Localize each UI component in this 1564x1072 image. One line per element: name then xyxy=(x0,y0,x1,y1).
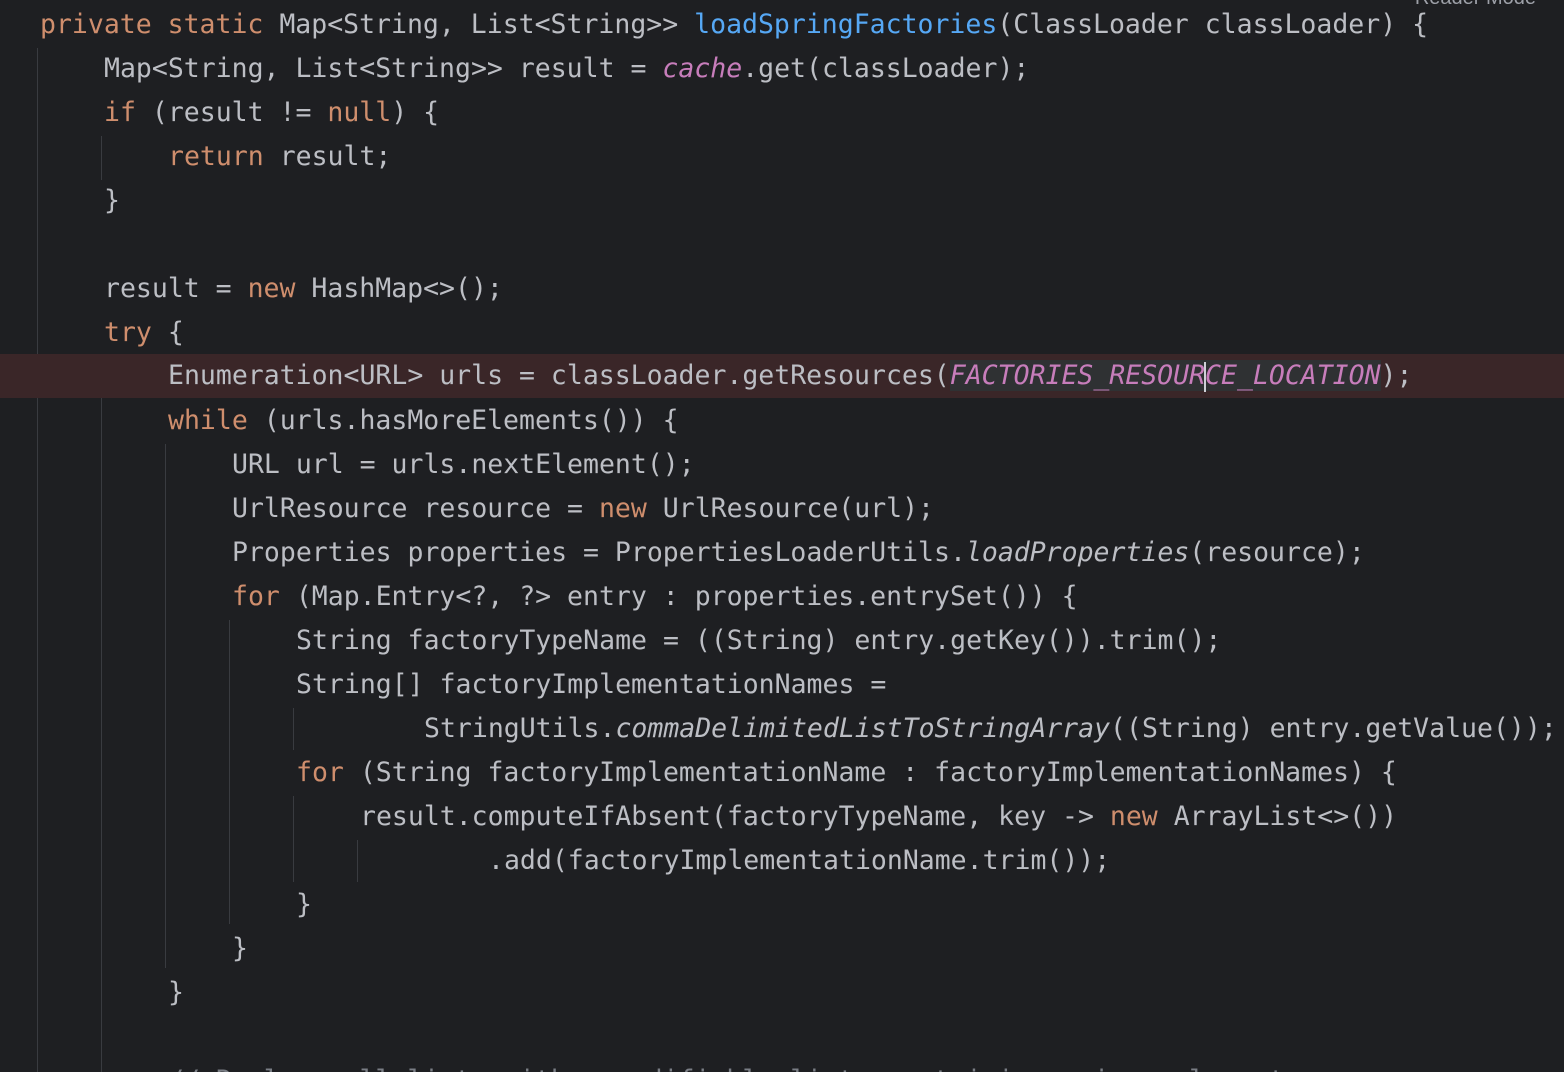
keyword: try xyxy=(104,317,152,348)
code-text: URL url = urls.nextElement(); xyxy=(232,449,695,480)
code-text: .add(factoryImplementationName.trim()); xyxy=(488,845,1111,876)
code-text: Enumeration<URL> urls = classLoader.getR… xyxy=(168,360,950,391)
code-text: String[] factoryImplementationNames = xyxy=(296,669,887,700)
selected-identifier[interactable]: FACTORIES_RESOURCE_LOCATION xyxy=(949,360,1381,392)
code-line[interactable]: for (Map.Entry<?, ?> entry : properties.… xyxy=(0,575,1564,619)
code-text: UrlResource resource = xyxy=(232,493,599,524)
static-field: cache xyxy=(662,53,743,84)
code-line[interactable]: result = new HashMap<>(); xyxy=(0,267,1564,311)
code-text: result; xyxy=(263,141,392,172)
code-comment: // Replace all lists with unmodifiable l… xyxy=(168,1059,1301,1072)
constant: FACTORIES_RESOUR xyxy=(949,360,1206,391)
keyword: if xyxy=(104,97,136,128)
code-text: (result != xyxy=(135,97,328,128)
code-text: (String factoryImplementationName : fact… xyxy=(343,757,1397,788)
static-method-call: loadProperties xyxy=(965,537,1190,568)
code-text: ) { xyxy=(391,97,440,128)
keyword: new xyxy=(1109,801,1158,832)
static-method-call: commaDelimitedListToStringArray xyxy=(615,713,1111,744)
keyword: null xyxy=(327,97,392,128)
code-text: Map<String, List<String>> xyxy=(263,9,695,40)
constant: CE_LOCATION xyxy=(1205,360,1381,391)
code-text: { xyxy=(151,317,184,348)
keyword: for xyxy=(296,757,344,788)
code-line[interactable]: result.computeIfAbsent(factoryTypeName, … xyxy=(0,795,1564,839)
code-text: } xyxy=(168,977,184,1008)
code-line[interactable]: UrlResource resource = new UrlResource(u… xyxy=(0,487,1564,531)
code-line[interactable]: return result; xyxy=(0,135,1564,179)
code-text: (resource); xyxy=(1189,537,1365,568)
keyword: new xyxy=(247,273,296,304)
code-line[interactable]: URL url = urls.nextElement(); xyxy=(0,443,1564,487)
code-text: ((String) entry.getValue()); xyxy=(1110,713,1557,744)
code-text: } xyxy=(104,185,120,216)
code-line[interactable]: if (result != null) { xyxy=(0,91,1564,135)
method-name: loadSpringFactories xyxy=(694,9,998,40)
code-line[interactable]: // Replace all lists with unmodifiable l… xyxy=(0,1059,1564,1072)
code-text: Map<String, List<String>> result = xyxy=(104,53,663,84)
code-line[interactable]: .add(factoryImplementationName.trim()); xyxy=(0,839,1564,883)
code-line[interactable]: } xyxy=(0,883,1564,927)
code-text: (ClassLoader classLoader) { xyxy=(997,9,1429,40)
code-line[interactable]: StringUtils.commaDelimitedListToStringAr… xyxy=(0,707,1564,751)
keyword: return xyxy=(168,141,264,172)
code-line[interactable]: private static Map<String, List<String>>… xyxy=(0,3,1564,47)
code-text: HashMap<>(); xyxy=(295,273,503,304)
code-line[interactable]: while (urls.hasMoreElements()) { xyxy=(0,399,1564,443)
reader-mode-button[interactable]: Reader Mode xyxy=(1415,0,1536,10)
code-line[interactable]: try { xyxy=(0,311,1564,355)
code-editor[interactable]: Reader Mode private static Map<String, L… xyxy=(0,0,1564,1072)
code-text: .get(classLoader); xyxy=(742,53,1030,84)
code-line[interactable]: for (String factoryImplementationName : … xyxy=(0,751,1564,795)
code-text: StringUtils. xyxy=(424,713,616,744)
code-text: (Map.Entry<?, ?> entry : properties.entr… xyxy=(279,581,1078,612)
code-text: UrlResource(url); xyxy=(646,493,935,524)
keyword: for xyxy=(232,581,280,612)
code-text: ArrayList<>()) xyxy=(1157,801,1398,832)
code-text: Properties properties = PropertiesLoader… xyxy=(232,537,966,568)
keyword: new xyxy=(598,493,647,524)
current-code-line[interactable]: Enumeration<URL> urls = classLoader.getR… xyxy=(0,354,1564,398)
keyword: while xyxy=(168,405,248,436)
code-text: (urls.hasMoreElements()) { xyxy=(247,405,679,436)
code-text: result.computeIfAbsent(factoryTypeName, … xyxy=(360,801,1110,832)
code-line[interactable]: } xyxy=(0,971,1564,1015)
code-line[interactable]: Map<String, List<String>> result = cache… xyxy=(0,47,1564,91)
code-line[interactable]: } xyxy=(0,179,1564,223)
code-line[interactable]: } xyxy=(0,927,1564,971)
code-line[interactable]: String factoryTypeName = ((String) entry… xyxy=(0,619,1564,663)
code-text: } xyxy=(296,889,312,920)
code-text: result = xyxy=(104,273,248,304)
code-text: String factoryTypeName = ((String) entry… xyxy=(296,625,1222,656)
keyword: private static xyxy=(40,9,264,40)
code-text: } xyxy=(232,933,248,964)
code-line[interactable]: String[] factoryImplementationNames = xyxy=(0,663,1564,707)
code-text: ); xyxy=(1380,360,1413,391)
code-line[interactable]: Properties properties = PropertiesLoader… xyxy=(0,531,1564,575)
